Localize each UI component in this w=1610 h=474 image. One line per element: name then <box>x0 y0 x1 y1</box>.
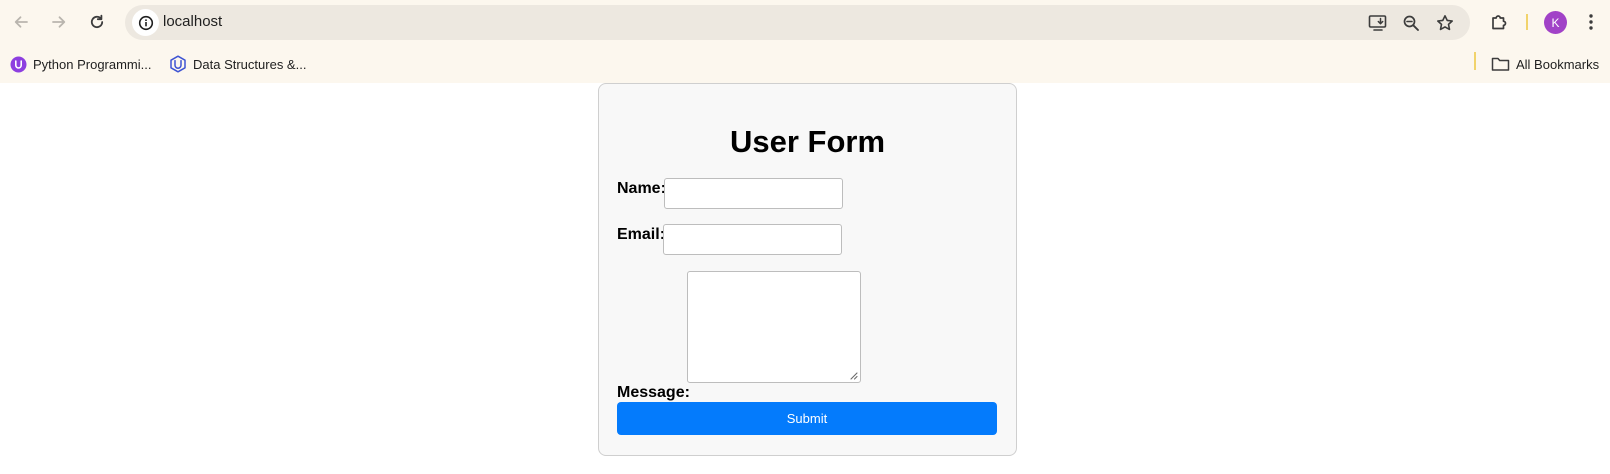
udacity-logo-icon <box>169 55 187 73</box>
resize-grip-icon[interactable] <box>849 371 858 380</box>
bookmark-star-button[interactable] <box>1431 9 1458 36</box>
name-input[interactable] <box>664 178 843 209</box>
toolbar-divider <box>1526 14 1528 30</box>
menu-button[interactable] <box>1577 8 1605 36</box>
bookmarks-bar: Python Programmi... Data Structures &...… <box>0 45 1610 83</box>
kebab-menu-icon <box>1589 14 1593 30</box>
address-bar[interactable]: localhost <box>125 5 1470 40</box>
profile-avatar[interactable]: K <box>1544 11 1567 34</box>
email-input[interactable] <box>663 224 842 255</box>
message-textarea[interactable] <box>687 271 861 383</box>
name-label: Name: <box>617 180 666 197</box>
install-app-icon <box>1368 14 1386 31</box>
email-label: Email: <box>617 226 666 243</box>
url-text[interactable]: localhost <box>163 13 222 30</box>
reload-icon <box>90 14 104 29</box>
form-title: User Form <box>729 124 886 159</box>
user-form-card: User Form Name: Email: Message: Submit <box>598 83 1017 456</box>
extensions-button[interactable] <box>1485 8 1513 36</box>
zoom-button[interactable] <box>1397 9 1424 36</box>
browser-toolbar: localhost K <box>0 0 1610 45</box>
all-bookmarks-button[interactable]: All Bookmarks <box>1491 52 1599 76</box>
forward-button[interactable] <box>45 8 73 36</box>
bookmark-python-programming[interactable]: Python Programmi... <box>10 52 152 76</box>
zoom-out-icon <box>1403 15 1419 31</box>
message-label: Message: <box>617 384 690 401</box>
forward-arrow-icon <box>52 16 66 28</box>
back-arrow-icon <box>14 16 28 28</box>
bookmark-data-structures[interactable]: Data Structures &... <box>169 52 306 76</box>
star-icon <box>1436 14 1453 30</box>
site-info-button[interactable] <box>132 9 159 36</box>
submit-button[interactable]: Submit <box>617 402 997 435</box>
bookmark-label: Python Programmi... <box>33 56 152 72</box>
info-icon <box>138 15 153 30</box>
bookmark-label: Data Structures &... <box>193 56 307 72</box>
reload-button[interactable] <box>83 8 111 36</box>
bookmark-favicon-icon <box>10 56 27 73</box>
all-bookmarks-label: All Bookmarks <box>1516 56 1600 72</box>
back-button[interactable] <box>7 8 35 36</box>
bookmarks-divider <box>1474 52 1476 70</box>
install-app-button[interactable] <box>1364 9 1391 36</box>
puzzle-icon <box>1492 15 1507 30</box>
folder-icon <box>1491 56 1510 72</box>
